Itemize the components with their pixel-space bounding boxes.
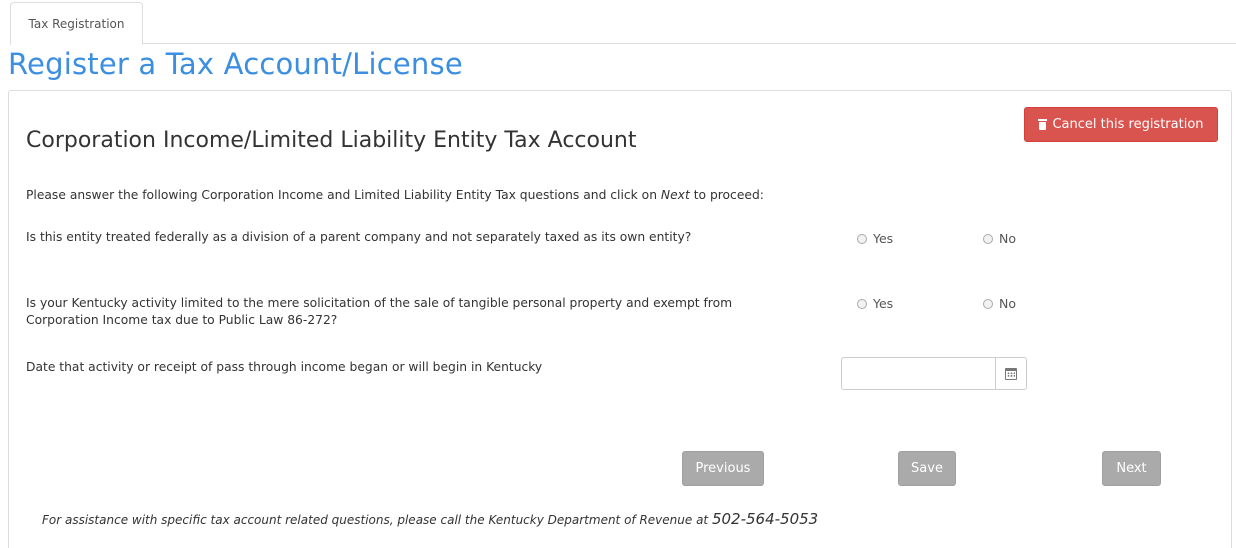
radio-circle (857, 298, 867, 309)
tab-tax-registration[interactable]: Tax Registration (10, 2, 143, 45)
page-title: Register a Tax Account/License (8, 47, 463, 81)
tab-bar: Tax Registration (10, 2, 1236, 45)
question-parent-division-no-radio[interactable]: No (983, 231, 1016, 246)
assistance-phone: 502-564-5053 (711, 510, 819, 528)
radio-circle (857, 233, 867, 244)
radio-circle (983, 233, 993, 244)
question-public-law-yes-radio[interactable]: Yes (857, 296, 893, 311)
intro-text: Please answer the following Corporation … (26, 187, 764, 204)
question-parent-division-yes-radio[interactable]: Yes (857, 231, 893, 246)
intro-text-after: to proceed: (689, 188, 764, 202)
question-public-law: Is your Kentucky activity limited to the… (26, 296, 733, 327)
radio-circle (983, 298, 993, 309)
trash-icon (1038, 119, 1048, 130)
next-button[interactable]: Next (1102, 451, 1161, 486)
assistance-text: For assistance with specific tax account… (42, 510, 818, 528)
radio-label: Yes (873, 296, 894, 311)
cancel-registration-button[interactable]: Cancel this registration (1024, 107, 1218, 142)
save-button[interactable]: Save (898, 451, 956, 486)
radio-label: No (999, 296, 1016, 311)
radio-label: Yes (873, 231, 894, 246)
question-parent-division: Is this entity treated federally as a di… (26, 230, 692, 244)
previous-button[interactable]: Previous (682, 451, 764, 486)
calendar-icon (1005, 367, 1017, 380)
question-public-law-no-radio[interactable]: No (983, 296, 1016, 311)
radio-label: No (999, 231, 1016, 246)
intro-text-before: Please answer the following Corporation … (26, 188, 661, 202)
activity-date-input[interactable] (841, 357, 996, 390)
intro-text-next: Next (660, 188, 690, 202)
assistance-message: For assistance with specific tax account… (42, 513, 712, 527)
section-title: Corporation Income/Limited Liability Ent… (26, 128, 637, 153)
date-question-label: Date that activity or receipt of pass th… (26, 360, 543, 374)
cancel-registration-label: Cancel this registration (1052, 117, 1204, 132)
calendar-button[interactable] (995, 357, 1027, 390)
